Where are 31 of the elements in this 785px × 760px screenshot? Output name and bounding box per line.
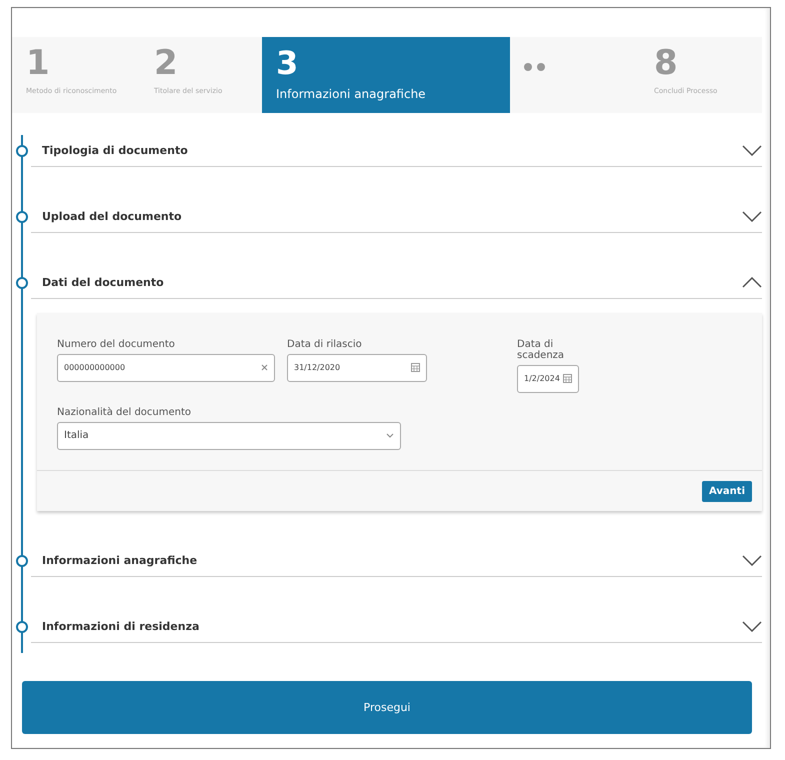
- section-header[interactable]: Tipologia di documento: [31, 134, 762, 167]
- step-label: Informazioni anagrafiche: [276, 87, 427, 101]
- section-header[interactable]: Informazioni di residenza: [31, 610, 762, 643]
- next-button[interactable]: Avanti: [702, 480, 752, 502]
- section-header[interactable]: Dati del documento: [31, 266, 762, 299]
- step-number: 1: [26, 45, 51, 81]
- chevron-up-icon: [742, 276, 762, 288]
- input-field[interactable]: 000000000000: [57, 354, 275, 382]
- select-field[interactable]: Italia: [57, 422, 401, 450]
- step-number: 3: [276, 45, 300, 81]
- continue-button[interactable]: Prosegui: [22, 680, 752, 734]
- chevron-down-icon: [742, 554, 762, 566]
- ellipsis-icon: [524, 63, 546, 71]
- step-tab[interactable]: 3 Informazioni anagrafiche: [262, 37, 510, 113]
- section-header[interactable]: Informazioni anagrafiche: [31, 544, 762, 577]
- field-label: Data di scadenza: [517, 338, 566, 361]
- chevron-down-icon: [742, 144, 762, 156]
- step-number: 8: [654, 45, 679, 81]
- calendar-icon[interactable]: [411, 363, 420, 372]
- clear-icon[interactable]: [261, 364, 268, 372]
- chevron-down-icon: [742, 210, 762, 222]
- field-label: Numero del documento: [57, 338, 176, 350]
- chevron-down-icon: [742, 620, 762, 632]
- calendar-icon[interactable]: [563, 374, 572, 384]
- date-field[interactable]: 31/12/2020: [287, 354, 427, 382]
- field-label: Data di rilascio: [287, 338, 363, 350]
- date-field[interactable]: 1/2/2024: [517, 364, 579, 393]
- field-label: Nazionalità del documento: [57, 406, 192, 418]
- chevron-down-icon[interactable]: [386, 433, 394, 438]
- section-header[interactable]: Upload del documento: [31, 200, 762, 233]
- step-number: 2: [154, 45, 179, 81]
